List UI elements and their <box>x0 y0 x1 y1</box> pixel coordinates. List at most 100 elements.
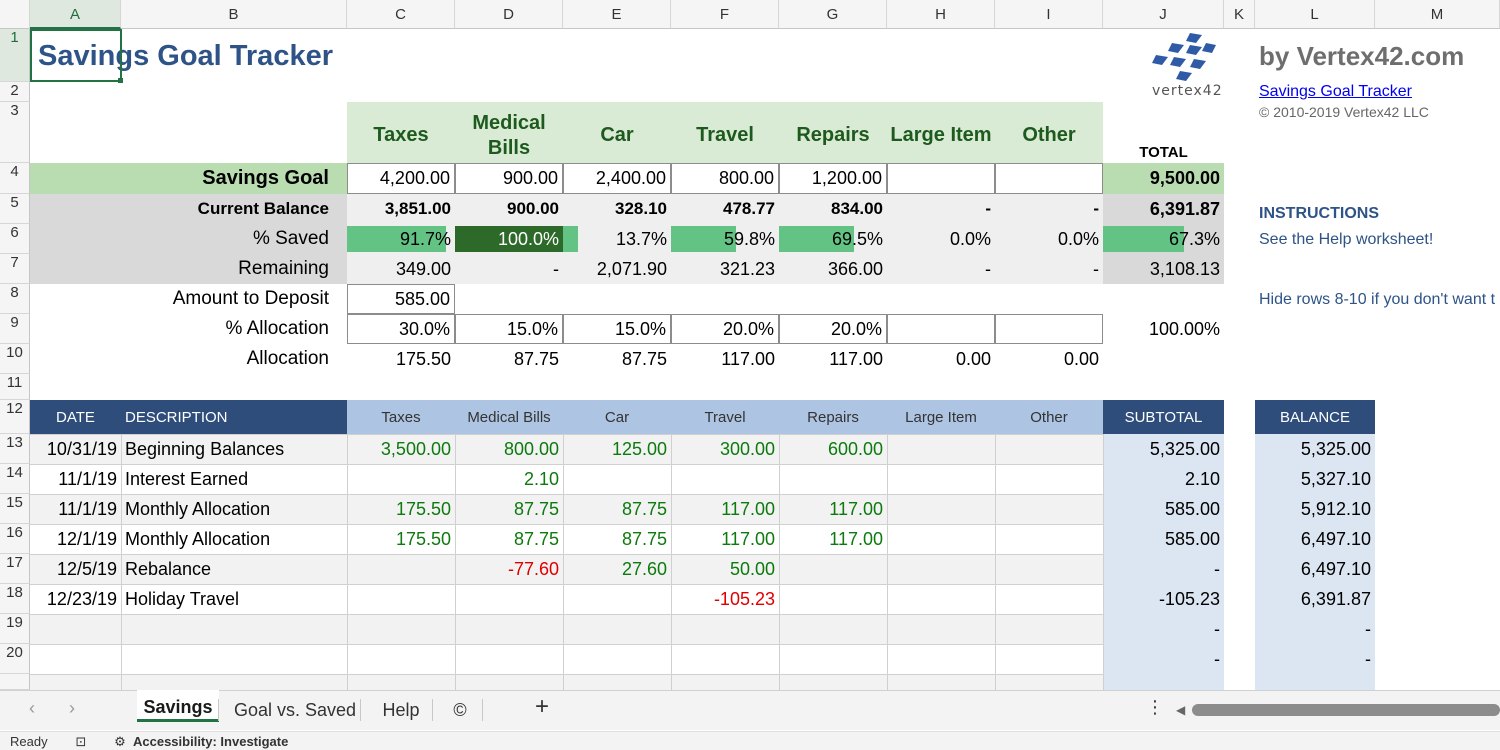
register-amount[interactable]: 117.00 <box>779 494 887 524</box>
macro-record-icon[interactable]: ⊡ <box>72 733 90 750</box>
register-amount[interactable] <box>671 464 779 494</box>
register-amount[interactable]: 50.00 <box>671 554 779 584</box>
register-amount[interactable] <box>995 584 1103 614</box>
register-amount[interactable] <box>779 614 887 644</box>
register-amount[interactable]: 125.00 <box>563 434 671 464</box>
sheet-tab[interactable]: Goal vs. Saved <box>226 690 364 730</box>
column-header[interactable]: B <box>121 0 347 29</box>
savings-goal-input[interactable] <box>995 163 1103 194</box>
savings-goal-input[interactable]: 800.00 <box>671 163 779 194</box>
register-amount[interactable] <box>563 464 671 494</box>
row-header[interactable]: 20 <box>0 644 30 674</box>
register-amount[interactable] <box>995 494 1103 524</box>
register-date[interactable]: 10/31/19 <box>30 434 121 464</box>
row-header[interactable]: 8 <box>0 284 30 314</box>
register-amount[interactable] <box>347 554 455 584</box>
register-amount[interactable] <box>347 584 455 614</box>
savings-goal-input[interactable]: 1,200.00 <box>779 163 887 194</box>
row-header[interactable]: 12 <box>0 400 30 434</box>
register-amount[interactable]: 600.00 <box>779 434 887 464</box>
add-sheet-button[interactable]: + <box>528 693 556 725</box>
active-cell-fill-handle[interactable] <box>118 78 123 83</box>
register-amount[interactable] <box>779 644 887 674</box>
column-header[interactable]: H <box>887 0 995 29</box>
register-date[interactable] <box>30 614 121 644</box>
register-amount[interactable]: 87.75 <box>563 494 671 524</box>
column-header[interactable]: D <box>455 0 563 29</box>
pct-allocation-input[interactable] <box>887 314 995 344</box>
horizontal-scrollbar-thumb[interactable] <box>1192 704 1500 716</box>
column-header[interactable]: G <box>779 0 887 29</box>
column-header[interactable]: A <box>30 0 121 29</box>
column-header[interactable]: J <box>1103 0 1224 29</box>
register-amount[interactable] <box>887 464 995 494</box>
row-header[interactable]: 1 <box>0 29 30 82</box>
pct-allocation-input[interactable] <box>995 314 1103 344</box>
register-amount[interactable] <box>563 614 671 644</box>
register-date[interactable]: 12/23/19 <box>30 584 121 614</box>
row-header[interactable]: 7 <box>0 254 30 284</box>
register-amount[interactable] <box>887 614 995 644</box>
row-header[interactable]: 11 <box>0 374 30 400</box>
register-amount[interactable] <box>455 584 563 614</box>
register-amount[interactable] <box>995 644 1103 674</box>
register-amount[interactable] <box>887 434 995 464</box>
select-all-corner[interactable] <box>0 0 30 29</box>
register-description[interactable]: Monthly Allocation <box>121 494 347 524</box>
pct-allocation-input[interactable]: 15.0% <box>455 314 563 344</box>
column-header[interactable]: I <box>995 0 1103 29</box>
row-header[interactable]: 9 <box>0 314 30 344</box>
register-amount[interactable]: 117.00 <box>779 524 887 554</box>
register-description[interactable] <box>121 644 347 674</box>
register-amount[interactable]: 175.50 <box>347 524 455 554</box>
register-amount[interactable] <box>779 464 887 494</box>
row-header[interactable]: 4 <box>0 163 30 194</box>
register-amount[interactable] <box>887 554 995 584</box>
row-header[interactable]: 15 <box>0 494 30 524</box>
accessibility-status[interactable]: Accessibility: Investigate <box>133 733 288 750</box>
column-header[interactable]: F <box>671 0 779 29</box>
column-header[interactable]: M <box>1375 0 1500 29</box>
register-amount[interactable]: 87.75 <box>563 524 671 554</box>
register-amount[interactable] <box>995 464 1103 494</box>
row-header[interactable]: 13 <box>0 434 30 464</box>
pct-allocation-input[interactable]: 20.0% <box>671 314 779 344</box>
row-header[interactable]: 10 <box>0 344 30 374</box>
row-header[interactable]: 2 <box>0 82 30 102</box>
row-header[interactable]: 6 <box>0 224 30 254</box>
register-date[interactable]: 11/1/19 <box>30 494 121 524</box>
register-amount[interactable] <box>455 644 563 674</box>
column-header[interactable]: K <box>1224 0 1255 29</box>
register-date[interactable]: 12/5/19 <box>30 554 121 584</box>
register-amount[interactable] <box>455 614 563 644</box>
register-date[interactable]: 11/1/19 <box>30 464 121 494</box>
register-amount[interactable] <box>887 644 995 674</box>
register-amount[interactable] <box>347 464 455 494</box>
register-amount[interactable] <box>347 614 455 644</box>
scroll-tabs-left-icon[interactable]: ‹ <box>22 698 42 720</box>
register-amount[interactable]: 27.60 <box>563 554 671 584</box>
register-description[interactable]: Holiday Travel <box>121 584 347 614</box>
sheet-tab[interactable]: Help <box>368 690 434 730</box>
register-amount[interactable]: -105.23 <box>671 584 779 614</box>
register-amount[interactable]: 87.75 <box>455 524 563 554</box>
savings-goal-input[interactable]: 4,200.00 <box>347 163 455 194</box>
amount-to-deposit-input[interactable]: 585.00 <box>347 284 455 314</box>
row-header[interactable]: 19 <box>0 614 30 644</box>
register-amount[interactable]: 3,500.00 <box>347 434 455 464</box>
savings-goal-tracker-link[interactable]: Savings Goal Tracker <box>1255 82 1500 102</box>
row-header[interactable]: 16 <box>0 524 30 554</box>
register-date[interactable]: 12/1/19 <box>30 524 121 554</box>
savings-goal-input[interactable]: 900.00 <box>455 163 563 194</box>
register-description[interactable] <box>121 614 347 644</box>
register-amount[interactable] <box>887 584 995 614</box>
register-description[interactable]: Beginning Balances <box>121 434 347 464</box>
register-amount[interactable]: 2.10 <box>455 464 563 494</box>
column-header[interactable]: E <box>563 0 671 29</box>
register-description[interactable]: Interest Earned <box>121 464 347 494</box>
register-amount[interactable] <box>671 614 779 644</box>
register-amount[interactable] <box>995 554 1103 584</box>
register-amount[interactable] <box>347 644 455 674</box>
register-amount[interactable] <box>995 614 1103 644</box>
register-amount[interactable]: 800.00 <box>455 434 563 464</box>
